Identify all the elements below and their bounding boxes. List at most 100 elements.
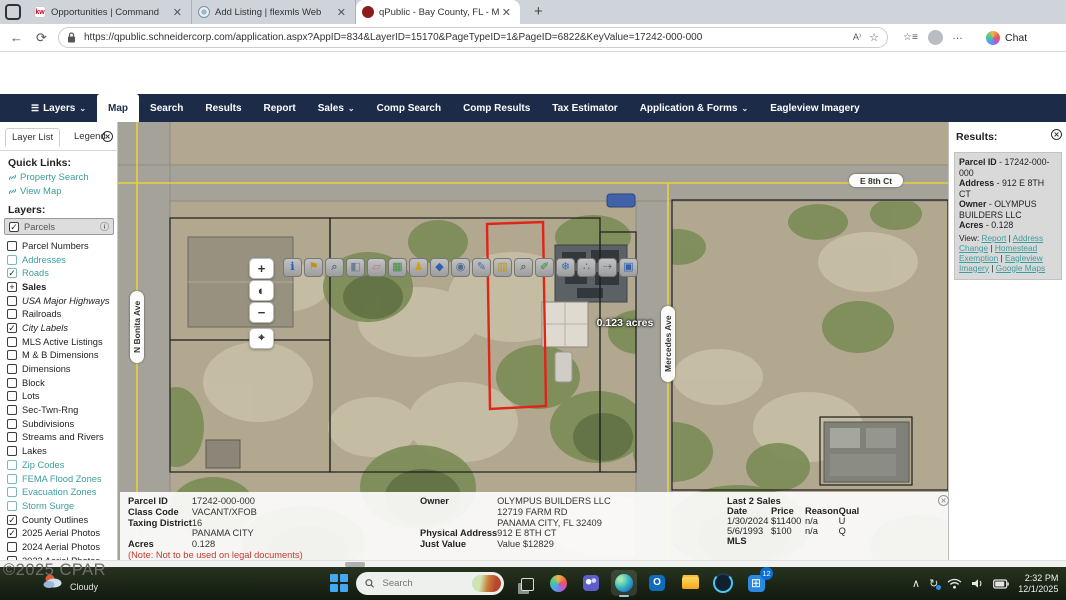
- layer-row-roads[interactable]: ✓Roads: [0, 266, 118, 280]
- camera-tool[interactable]: ◉: [451, 258, 470, 277]
- sync-icon[interactable]: ↻: [929, 577, 938, 590]
- layer-checkbox[interactable]: [7, 501, 17, 511]
- zoom-in-button[interactable]: +: [249, 258, 274, 279]
- layer-checkbox[interactable]: [7, 391, 17, 401]
- zoom-window-tool[interactable]: ⌕: [325, 258, 344, 277]
- layer-row-2025-aerial-photos[interactable]: ✓2025 Aerial Photos: [0, 526, 118, 540]
- result-card[interactable]: Parcel ID - 17242-000-000Address - 912 E…: [954, 152, 1062, 280]
- alexa-icon[interactable]: [710, 570, 736, 596]
- layer-row-2024-aerial-photos[interactable]: 2024 Aerial Photos: [0, 540, 118, 554]
- layer-checkbox[interactable]: [7, 309, 17, 319]
- refresh-icon[interactable]: ⟳: [36, 30, 47, 46]
- nav-item-comp-search[interactable]: Comp Search: [366, 94, 452, 122]
- locate-button[interactable]: ⌖: [249, 328, 274, 349]
- pushpin-tool[interactable]: ⚑: [304, 258, 323, 277]
- nav-item-eagleview-imagery[interactable]: Eagleview Imagery: [759, 94, 871, 122]
- start-button[interactable]: [330, 574, 348, 592]
- layer-checkbox[interactable]: [7, 474, 17, 484]
- url-bar[interactable]: A⁾ ☆: [58, 27, 888, 48]
- info-icon[interactable]: ⓘ: [100, 220, 109, 233]
- layer-checkbox[interactable]: ✓: [7, 528, 17, 538]
- layer-checkbox[interactable]: [7, 419, 17, 429]
- layer-row-fema-flood-zones[interactable]: FEMA Flood Zones: [0, 472, 118, 486]
- layer-row-storm-surge[interactable]: Storm Surge: [0, 499, 118, 513]
- taskbar-search-input[interactable]: [381, 577, 466, 590]
- nav-item-sales[interactable]: Sales⌄: [307, 94, 366, 122]
- tab-actions-icon[interactable]: [5, 4, 21, 20]
- layer-checkbox[interactable]: ✓: [7, 268, 17, 278]
- save-tool[interactable]: ▣: [619, 258, 638, 277]
- nav-item-results[interactable]: Results: [194, 94, 252, 122]
- measure-tool[interactable]: ▥: [493, 258, 512, 277]
- select-parcels-tool[interactable]: ▦: [388, 258, 407, 277]
- quick-link-property-search[interactable]: Property Search: [8, 172, 89, 183]
- result-link-report[interactable]: Report: [981, 233, 1006, 243]
- nav-item-report[interactable]: Report: [253, 94, 307, 122]
- nav-item-search[interactable]: Search: [139, 94, 194, 122]
- draw-tool[interactable]: ✐: [535, 258, 554, 277]
- result-link-google-maps[interactable]: Google Maps: [996, 263, 1045, 273]
- layer-row-county-outlines[interactable]: ✓County Outlines: [0, 513, 118, 527]
- wifi-icon[interactable]: [947, 578, 962, 589]
- layer-row-streams-and-rivers[interactable]: Streams and Rivers: [0, 431, 118, 445]
- browser-tab[interactable]: qPublic - Bay County, FL - Map✕: [356, 0, 520, 24]
- layer-row-zip-codes[interactable]: Zip Codes: [0, 458, 118, 472]
- browser-tab[interactable]: kwOpportunities | Command✕: [28, 0, 192, 24]
- layer-checkbox[interactable]: ✓: [7, 323, 17, 333]
- tab-close-icon[interactable]: ✕: [170, 6, 185, 19]
- collections-icon[interactable]: ☆≡: [903, 32, 918, 43]
- back-icon[interactable]: ←: [10, 30, 23, 45]
- layer-row-parcels[interactable]: ✓Parcelsⓘ: [4, 218, 114, 235]
- file-explorer-icon[interactable]: [677, 570, 703, 596]
- layer-row-railroads[interactable]: Railroads: [0, 307, 118, 321]
- info-panel-close-icon[interactable]: ✕: [938, 495, 949, 506]
- browser-tab[interactable]: Add Listing | flexmls Web✕: [192, 0, 356, 24]
- identify-tool[interactable]: ℹ: [283, 258, 302, 277]
- layer-row-sales[interactable]: +Sales: [0, 280, 118, 294]
- layer-checkbox[interactable]: ✓: [9, 222, 19, 232]
- layer-row-dimensions[interactable]: Dimensions: [0, 362, 118, 376]
- copilot-icon[interactable]: [545, 570, 571, 596]
- layer-row-mls-active-listings[interactable]: MLS Active Listings: [0, 335, 118, 349]
- edge-icon[interactable]: [611, 570, 637, 596]
- widgets-icon[interactable]: 12: [743, 570, 769, 596]
- layer-row-addresses[interactable]: Addresses: [0, 253, 118, 267]
- read-aloud-icon[interactable]: A⁾: [853, 32, 861, 43]
- hidden-icons-chevron[interactable]: ∧: [912, 577, 920, 590]
- new-tab-button[interactable]: +: [534, 3, 543, 20]
- layer-checkbox[interactable]: [7, 487, 17, 497]
- clear-graphics-tool[interactable]: ❄: [556, 258, 575, 277]
- layer-row-city-labels[interactable]: ✓City Labels: [0, 321, 118, 335]
- teams-icon[interactable]: [578, 570, 604, 596]
- task-view-icon[interactable]: [512, 570, 538, 596]
- zoom-out-button[interactable]: −: [249, 302, 274, 323]
- layer-checkbox[interactable]: [7, 542, 17, 552]
- eraser-tool[interactable]: ▱: [367, 258, 386, 277]
- home-extent-button[interactable]: ◐: [249, 280, 274, 301]
- layer-row-parcel-numbers[interactable]: Parcel Numbers: [0, 239, 118, 253]
- more-menu-icon[interactable]: …: [952, 30, 963, 42]
- favorite-star-icon[interactable]: ☆: [869, 31, 879, 44]
- quick-link-view-map[interactable]: View Map: [8, 186, 89, 197]
- layer-row-lots[interactable]: Lots: [0, 390, 118, 404]
- layer-checkbox[interactable]: [7, 378, 17, 388]
- layer-checkbox[interactable]: [7, 446, 17, 456]
- nav-item-tax-estimator[interactable]: Tax Estimator: [541, 94, 628, 122]
- layer-row-evacuation-zones[interactable]: Evacuation Zones: [0, 485, 118, 499]
- outlook-icon[interactable]: [644, 570, 670, 596]
- profile-avatar[interactable]: [928, 30, 943, 45]
- layer-checkbox[interactable]: [7, 296, 17, 306]
- layer-row-block[interactable]: Block: [0, 376, 118, 390]
- volume-icon[interactable]: [971, 578, 984, 589]
- buffer-tool[interactable]: ∴: [577, 258, 596, 277]
- layer-row-lakes[interactable]: Lakes: [0, 444, 118, 458]
- nav-item-comp-results[interactable]: Comp Results: [452, 94, 541, 122]
- export-tool[interactable]: ⇢: [598, 258, 617, 277]
- pan-tool[interactable]: ◧: [346, 258, 365, 277]
- copilot-chat-button[interactable]: Chat: [978, 28, 1035, 48]
- taskbar-clock[interactable]: 2:32 PM 12/1/2025: [1018, 573, 1058, 595]
- layer-checkbox[interactable]: [7, 364, 17, 374]
- nav-item-map[interactable]: Map: [97, 94, 139, 122]
- layer-checkbox[interactable]: [7, 241, 17, 251]
- layer-row-subdivisions[interactable]: Subdivisions: [0, 417, 118, 431]
